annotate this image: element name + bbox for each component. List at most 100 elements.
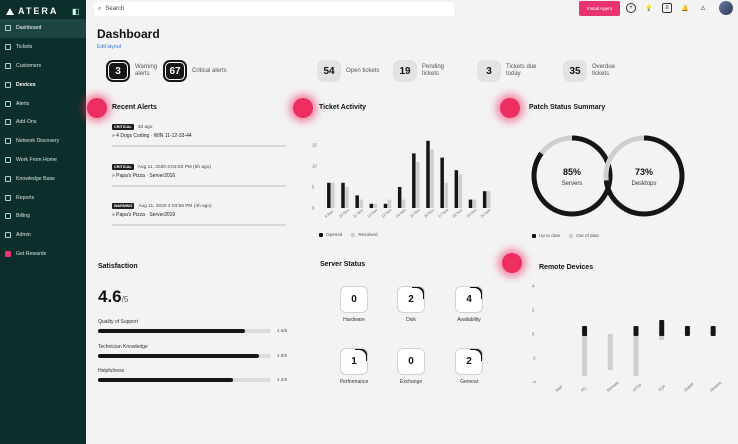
alert-time: Aug 11, 2020 4:03:58 PM (4h ago) bbox=[138, 203, 212, 209]
warning-icon[interactable]: ⚠ bbox=[698, 3, 708, 13]
stat-value: 3 bbox=[477, 60, 501, 82]
sidebar-item-network-discovery[interactable]: Network Discovery bbox=[0, 132, 86, 151]
ticket-bar-opened bbox=[454, 170, 459, 208]
ticket-bar-opened bbox=[397, 187, 402, 208]
server-status-card[interactable]: 0 bbox=[397, 348, 425, 375]
alert-time: 3d ago bbox=[137, 124, 153, 130]
stat-tile[interactable]: 54 Open tickets bbox=[317, 60, 382, 82]
server-status-card[interactable]: 4 bbox=[455, 286, 483, 313]
logo-mark-icon bbox=[6, 7, 14, 15]
ticket-ytick: 0 bbox=[312, 206, 315, 211]
plus-circle-icon[interactable]: + bbox=[626, 3, 636, 13]
remote-ytick: -4 bbox=[532, 380, 536, 385]
atera-logo[interactable]: ATERA bbox=[6, 6, 58, 16]
sidebar-item-admin[interactable]: Admin bbox=[0, 226, 86, 245]
ticket-bar-opened bbox=[468, 199, 473, 208]
status-arc bbox=[470, 287, 482, 299]
sidebar-item-dashboard[interactable]: Dashboard bbox=[0, 19, 86, 38]
server-status-label: Hardware bbox=[343, 317, 365, 323]
sidebar-item-alerts[interactable]: Alerts bbox=[0, 94, 86, 113]
stat-label: Overdue tickets bbox=[592, 64, 616, 77]
stat-tile[interactable]: 3 Tickets due today bbox=[477, 60, 542, 82]
ticket-xtick: 19 Nov bbox=[466, 208, 478, 219]
logo-text: ATERA bbox=[18, 6, 59, 16]
sidebar-item-reports[interactable]: Reports bbox=[0, 188, 86, 207]
ticket-legend: Opened Resolved bbox=[319, 232, 378, 237]
server-status-card[interactable]: 1 bbox=[340, 348, 368, 375]
collapse-sidebar-icon[interactable]: ◧ bbox=[72, 7, 80, 16]
hotspot-dot bbox=[500, 98, 520, 118]
remote-xtick: Mail bbox=[554, 384, 563, 393]
ticket-bar-resolved bbox=[345, 187, 349, 208]
sidebar-item-label: Billing bbox=[16, 213, 30, 220]
search-icon: ⌕ bbox=[98, 5, 102, 12]
ticket-bar-opened bbox=[426, 140, 430, 208]
stat-tile[interactable]: 3 Warning alerts bbox=[106, 60, 171, 82]
sidebar-item-label: Work From Home bbox=[16, 156, 57, 163]
stat-value-frame: 67 bbox=[165, 62, 185, 80]
legend-resolved-swatch bbox=[351, 232, 356, 237]
ticket-xtick: 17 Nov bbox=[437, 208, 449, 219]
metric-fill bbox=[98, 377, 233, 382]
sidebar-item-work-from-home[interactable]: Work From Home bbox=[0, 151, 86, 170]
sidebar-item-add-ons[interactable]: Add-Ons bbox=[0, 113, 86, 132]
alert-divider bbox=[112, 145, 286, 147]
sidebar-item-knowledge-base[interactable]: Knowledge Base bbox=[0, 169, 86, 188]
lightbulb-icon[interactable]: 💡 bbox=[644, 3, 654, 13]
chat-icon[interactable]: ≡ bbox=[662, 3, 672, 13]
alert-item[interactable]: CRITICAL 3d ago » 4 Dogs Coding · WIN 11-1… bbox=[112, 124, 292, 147]
ring-percent: 85% bbox=[563, 167, 581, 177]
metric-track bbox=[98, 328, 271, 333]
alert-description: » Papa's Pizza · Server2016 bbox=[112, 173, 176, 180]
sidebar-item-get-rewards[interactable]: Get Rewards bbox=[0, 245, 86, 264]
ticket-xtick: 14 Nov bbox=[395, 208, 407, 219]
sidebar-item-label: Admin bbox=[16, 232, 31, 239]
server-status-card[interactable]: 2 bbox=[455, 348, 483, 375]
satisfaction-score: 4.6/5 bbox=[98, 287, 128, 307]
severity-badge: CRITICAL bbox=[112, 164, 134, 171]
alert-header: WARNING Aug 11, 2020 4:03:58 PM (4h ago) bbox=[112, 203, 292, 210]
alert-item[interactable]: CRITICAL Aug 11, 2020 4:03:58 PM (5h ago)… bbox=[112, 164, 292, 187]
satisfaction-metric: Helpfulness 4.4/5 bbox=[98, 368, 293, 382]
install-agent-button[interactable]: Install Agent bbox=[579, 1, 620, 16]
remote-xtick: PC bbox=[580, 385, 588, 392]
sidebar-item-tickets[interactable]: Tickets bbox=[0, 38, 86, 57]
server-status-card[interactable]: 2 bbox=[397, 286, 425, 313]
stat-value: 67 bbox=[163, 60, 187, 82]
gift-icon bbox=[5, 250, 11, 257]
ticket-bar-resolved bbox=[458, 174, 463, 208]
ring-label: Desktops bbox=[631, 181, 656, 187]
grid-icon bbox=[5, 25, 11, 32]
avatar[interactable] bbox=[719, 1, 733, 15]
alert-item[interactable]: WARNING Aug 11, 2020 4:03:58 PM (4h ago) »… bbox=[112, 203, 292, 226]
remote-xtick: SNMP bbox=[683, 381, 695, 392]
sidebar-item-devices[interactable]: Devices bbox=[0, 75, 86, 94]
ticket-bar-resolved bbox=[331, 182, 335, 208]
stat-tile[interactable]: 67 Critical alerts bbox=[163, 60, 228, 82]
metric-track bbox=[98, 353, 271, 358]
home-icon bbox=[5, 156, 11, 163]
gear-icon bbox=[5, 232, 11, 239]
bell-icon[interactable]: 🔔 bbox=[680, 3, 690, 13]
metric-track bbox=[98, 377, 271, 382]
ticket-bar-opened bbox=[383, 203, 388, 208]
remote-bar-upper bbox=[659, 320, 665, 336]
edit-layout-link[interactable]: Edit layout bbox=[97, 44, 121, 50]
sidebar-item-billing[interactable]: Billing bbox=[0, 207, 86, 226]
ticket-xtick: 15 Nov bbox=[409, 208, 421, 219]
sidebar-item-label: Customers bbox=[16, 62, 42, 69]
server-status-card[interactable]: 0 bbox=[340, 286, 368, 313]
metric-label: Quality of Support bbox=[98, 319, 139, 325]
search-input[interactable]: ⌕ Search bbox=[94, 2, 454, 16]
metric-row: 4.4/5 bbox=[98, 377, 293, 382]
remote-ytick: 4 bbox=[532, 284, 535, 289]
stat-tile[interactable]: 19 Pending tickets bbox=[393, 60, 458, 82]
ticket-xtick: 9 Nov bbox=[324, 209, 334, 219]
alert-divider bbox=[112, 185, 286, 187]
invoice-icon bbox=[5, 213, 11, 220]
remote-xtick: HTTP bbox=[631, 382, 642, 393]
remote-bar-upper bbox=[633, 326, 639, 336]
sidebar-item-customers[interactable]: Customers bbox=[0, 57, 86, 76]
stat-tile[interactable]: 35 Overdue tickets bbox=[563, 60, 628, 82]
status-arc bbox=[412, 287, 424, 299]
